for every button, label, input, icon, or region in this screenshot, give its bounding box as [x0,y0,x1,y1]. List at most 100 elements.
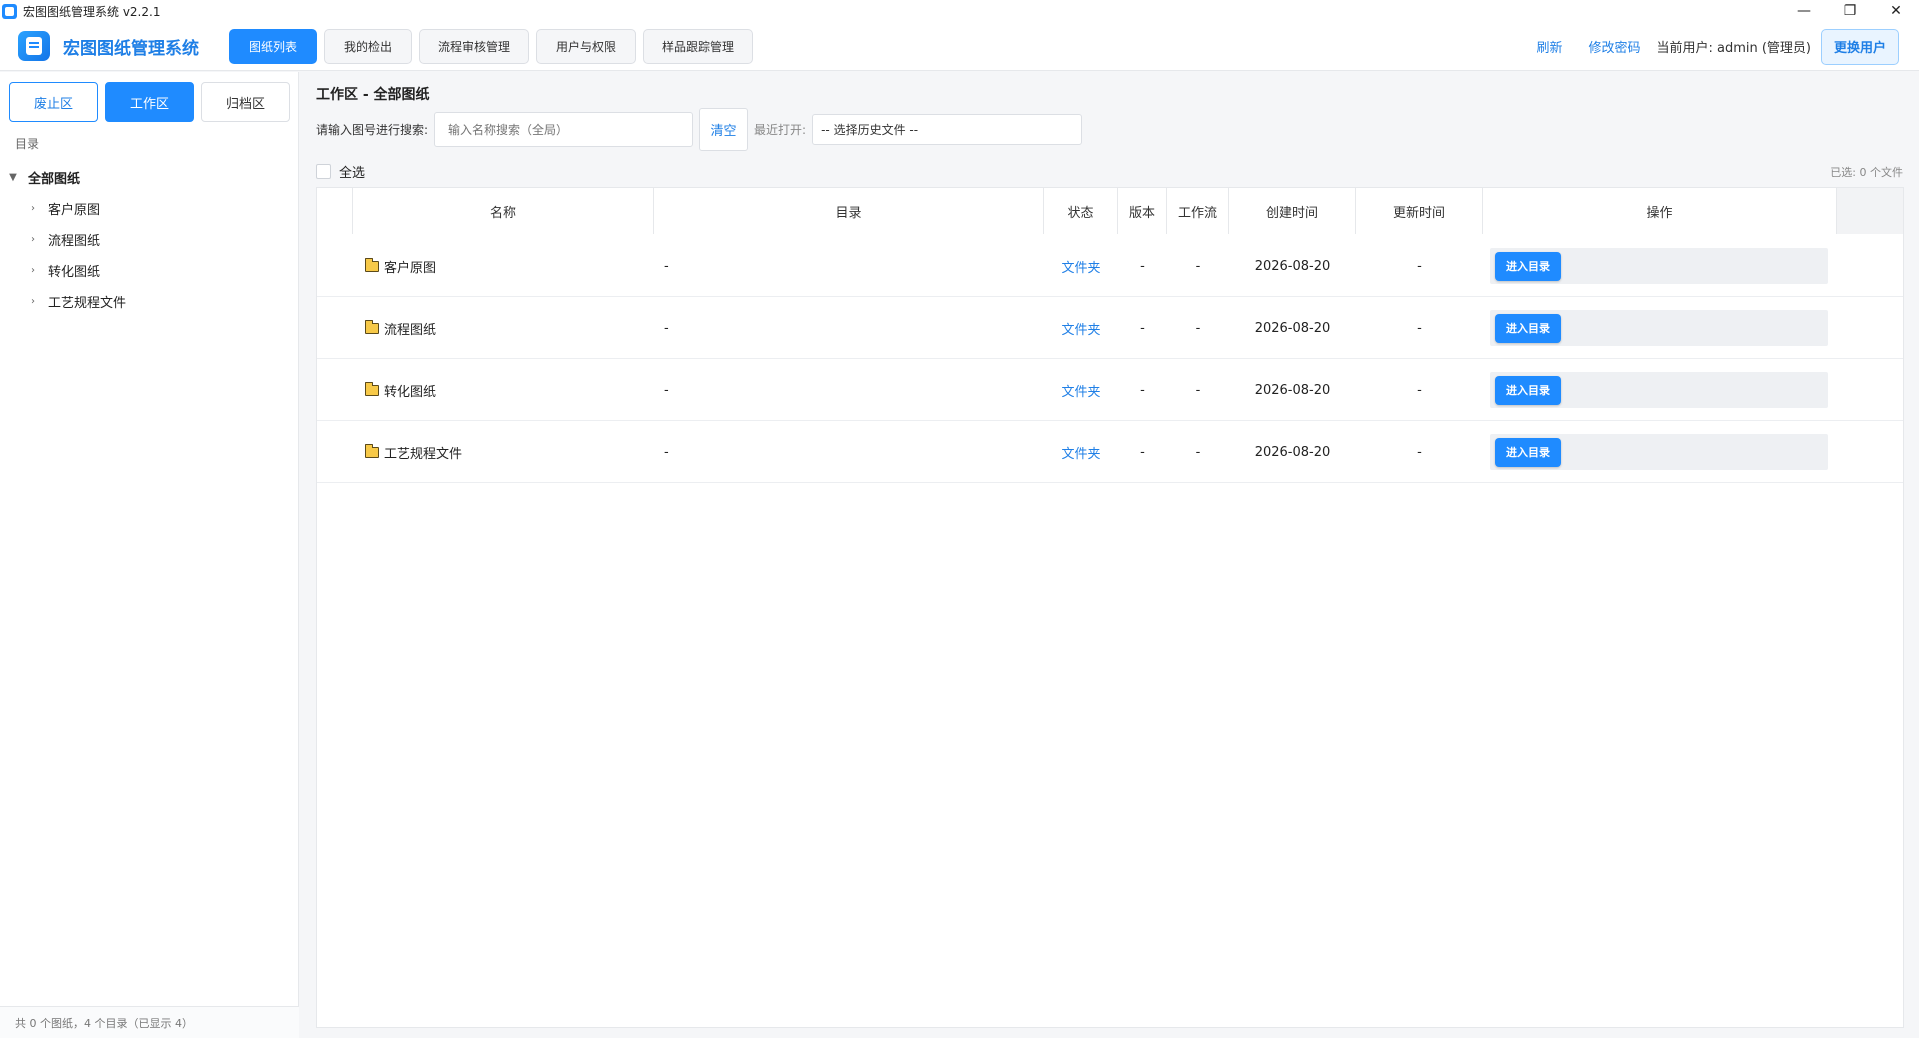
enter-directory-button[interactable]: 进入目录 [1495,251,1561,281]
zone-tab-obsolete[interactable]: 废止区 [9,82,98,122]
name-cell[interactable]: 流程图纸 [353,297,654,359]
table-row[interactable]: 客户原图 - 文件夹 - - 2026-08-20 - 进入目录 [317,235,1903,297]
column-header-actions: 操作 [1483,188,1837,234]
main-content: 工作区 - 全部图纸 请输入图号进行搜索: 清空 最近打开: -- 选择历史文件… [300,72,1919,1038]
status-cell: 文件夹 [1061,384,1101,400]
folder-icon [364,257,379,272]
tab-users-permissions[interactable]: 用户与权限 [536,29,636,64]
select-all[interactable]: 全选 [316,162,365,181]
table-row[interactable]: 工艺规程文件 - 文件夹 - - 2026-08-20 - 进入目录 [317,421,1903,483]
table-row[interactable]: 流程图纸 - 文件夹 - - 2026-08-20 - 进入目录 [317,297,1903,359]
row-name: 工艺规程文件 [384,446,463,462]
window-controls: — ❐ ✕ [1781,0,1919,22]
column-header-version[interactable]: 版本 [1118,188,1167,234]
directory-cell: - [664,320,669,336]
recent-files-select[interactable]: -- 选择历史文件 -- [812,114,1083,145]
chevron-down-icon[interactable]: ▼ [6,172,20,183]
chevron-right-icon[interactable]: › [26,203,40,214]
version-cell: - [1140,258,1145,274]
brand-title: 宏图图纸管理系统 [63,39,199,59]
search-input[interactable] [434,112,694,147]
logo-icon [18,31,50,61]
header-spacer [1837,188,1903,234]
actions-container: 进入目录 [1490,434,1828,470]
actions-container: 进入目录 [1490,248,1828,284]
switch-user-button[interactable]: 更换用户 [1821,28,1899,65]
tab-workflow-review[interactable]: 流程审核管理 [419,29,529,64]
current-user-label: 当前用户: admin (管理员) [1656,41,1811,56]
tree-node-converted-drawings[interactable]: › 转化图纸 [0,255,299,286]
row-select-cell [317,359,353,421]
tree-node-label: 全部图纸 [28,172,81,187]
status-cell: 文件夹 [1061,322,1101,338]
actions-container: 进入目录 [1490,372,1828,408]
tree-node-process-drawings[interactable]: › 流程图纸 [0,224,299,255]
sidebar-footer-summary: 共 0 个图纸，4 个目录（已显示 4） [0,1006,299,1038]
selected-count: 已选: 0 个文件 [1830,166,1903,179]
app-header: 宏图图纸管理系统 图纸列表 我的检出 流程审核管理 用户与权限 样品跟踪管理 刷… [0,22,1919,71]
column-header-status[interactable]: 状态 [1044,188,1118,234]
table-row[interactable]: 转化图纸 - 文件夹 - - 2026-08-20 - 进入目录 [317,359,1903,421]
row-name: 流程图纸 [384,322,437,338]
column-header-select [317,188,353,234]
folder-icon [364,319,379,334]
version-cell: - [1140,382,1145,398]
drawings-table: 名称 目录 状态 版本 工作流 创建时间 更新时间 操作 客户原图 - 文件夹 … [316,187,1904,1028]
tree-node-label: 客户原图 [48,203,101,218]
column-header-name[interactable]: 名称 [353,188,654,234]
actions-cell: 进入目录 [1483,359,1837,421]
tree-node-customer-originals[interactable]: › 客户原图 [0,193,299,224]
enter-directory-button[interactable]: 进入目录 [1495,437,1561,467]
enter-directory-button[interactable]: 进入目录 [1495,313,1561,343]
version-cell: - [1140,320,1145,336]
row-name: 转化图纸 [384,384,437,400]
workflow-cell: - [1195,382,1201,398]
chevron-right-icon[interactable]: › [26,265,40,276]
version-cell: - [1140,444,1145,460]
close-icon[interactable]: ✕ [1873,0,1919,22]
app-icon [2,3,17,19]
row-select-cell [317,297,353,359]
folder-icon [364,443,379,458]
row-name: 客户原图 [384,260,437,276]
tree-node-all-drawings[interactable]: ▼ 全部图纸 [0,162,299,193]
restore-icon[interactable]: ❐ [1827,0,1873,22]
updated-cell: - [1417,382,1422,398]
directory-tree: ▼ 全部图纸 › 客户原图 › 流程图纸 › 转化图纸 › 工艺规程文件 [0,162,299,317]
clear-button[interactable]: 清空 [699,108,749,151]
header-actions: 刷新 修改密码 当前用户: admin (管理员) 更换用户 [1536,28,1899,65]
name-cell[interactable]: 转化图纸 [353,359,654,421]
name-cell[interactable]: 工艺规程文件 [353,421,654,483]
name-cell[interactable]: 客户原图 [353,235,654,297]
created-cell: 2026-08-20 [1254,258,1331,274]
sidebar: 废止区 工作区 归档区 目录 ▼ 全部图纸 › 客户原图 › 流程图纸 › 转化… [0,72,299,1038]
directory-cell: - [664,382,669,398]
select-all-checkbox[interactable] [316,164,331,179]
change-password-link[interactable]: 修改密码 [1588,37,1640,56]
row-select-cell [317,421,353,483]
actions-cell: 进入目录 [1483,421,1837,483]
zone-tab-work[interactable]: 工作区 [105,82,194,122]
updated-cell: - [1417,444,1422,460]
minimize-icon[interactable]: — [1781,0,1827,22]
tree-node-label: 转化图纸 [48,265,101,280]
tree-node-process-spec-files[interactable]: › 工艺规程文件 [0,286,299,317]
tab-sample-tracking[interactable]: 样品跟踪管理 [643,29,753,64]
column-header-workflow[interactable]: 工作流 [1167,188,1229,234]
updated-cell: - [1417,320,1422,336]
search-label: 请输入图号进行搜索: [316,123,429,137]
zone-tabs: 废止区 工作区 归档区 [9,82,290,122]
chevron-right-icon[interactable]: › [26,296,40,307]
chevron-right-icon[interactable]: › [26,234,40,245]
tab-my-checkouts[interactable]: 我的检出 [324,29,412,64]
tab-drawing-list[interactable]: 图纸列表 [229,29,317,64]
recent-files-label: 最近打开: [754,123,807,137]
column-header-updated[interactable]: 更新时间 [1356,188,1483,234]
actions-cell: 进入目录 [1483,297,1837,359]
column-header-directory[interactable]: 目录 [654,188,1044,234]
enter-directory-button[interactable]: 进入目录 [1495,375,1561,405]
created-cell: 2026-08-20 [1254,382,1331,398]
zone-tab-archive[interactable]: 归档区 [201,82,290,122]
column-header-created[interactable]: 创建时间 [1229,188,1356,234]
refresh-link[interactable]: 刷新 [1536,37,1562,56]
